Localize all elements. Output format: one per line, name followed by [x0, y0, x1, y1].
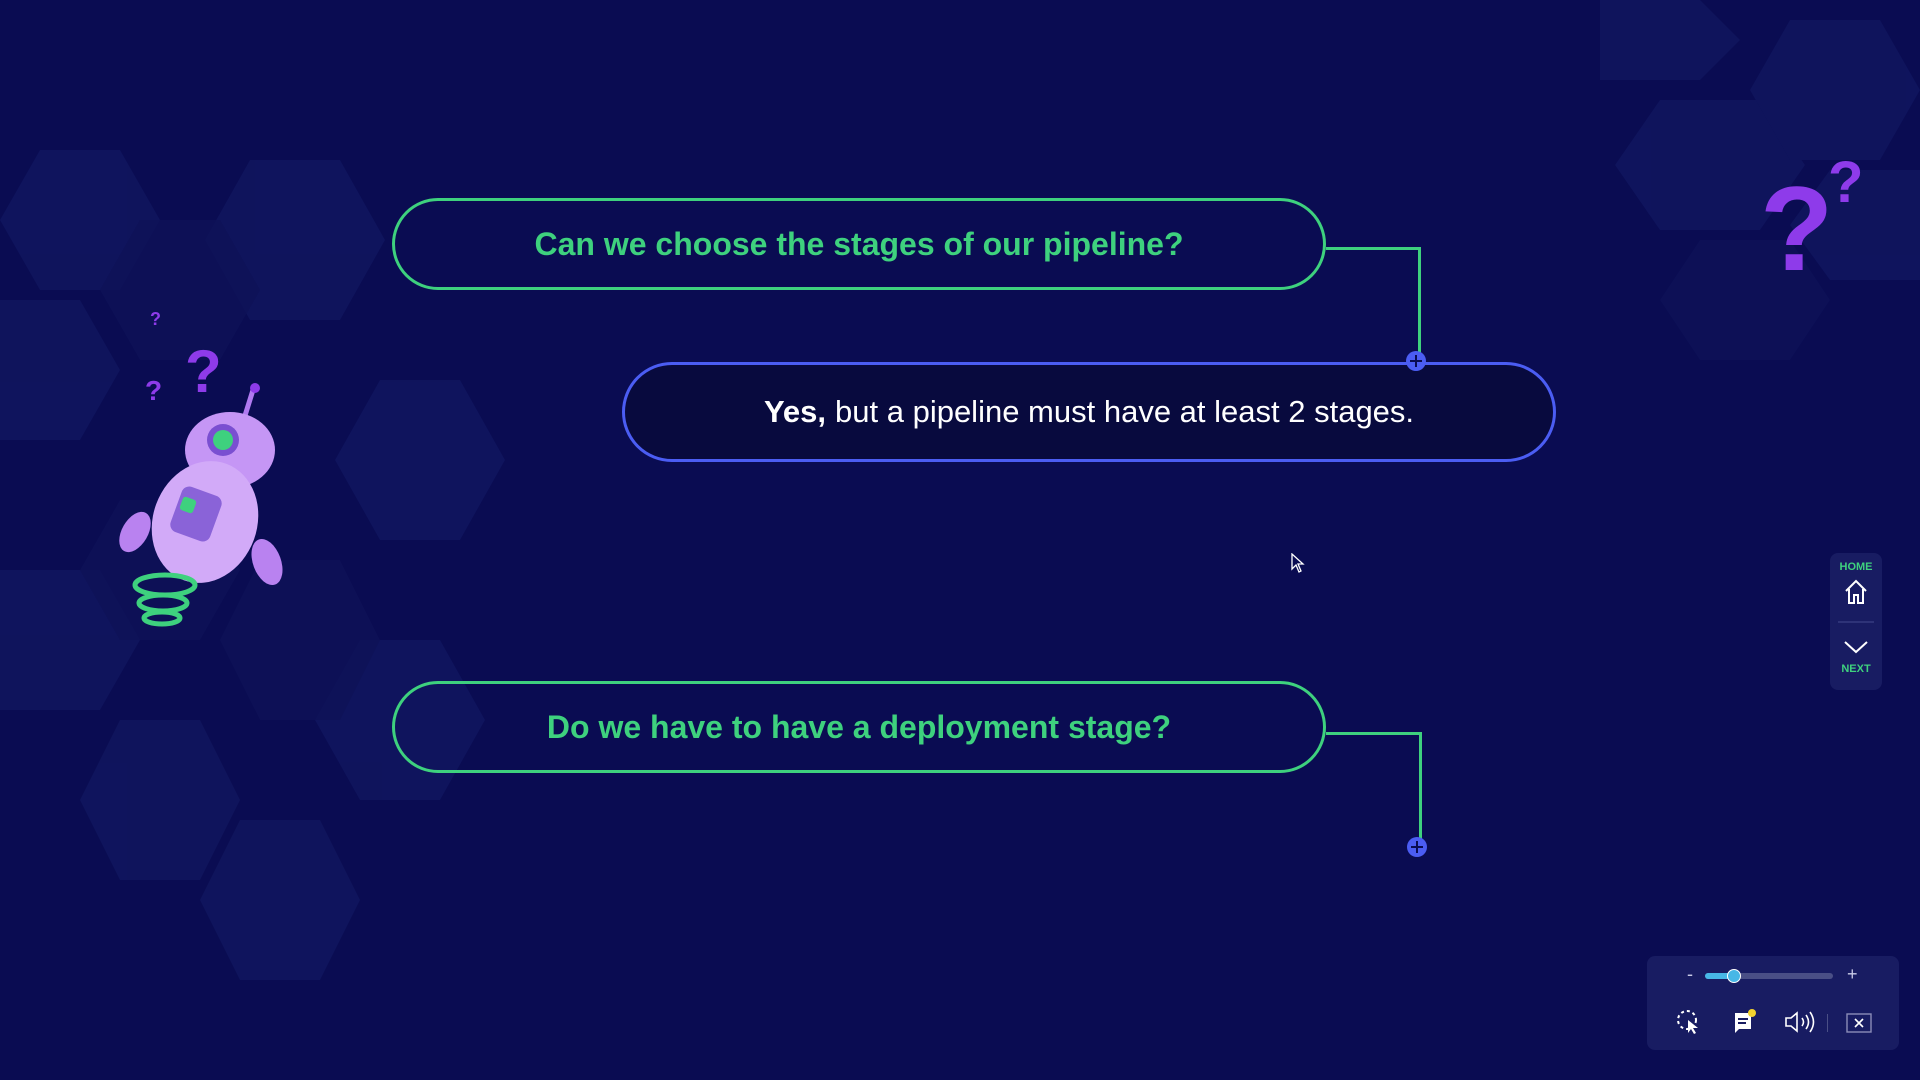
- controls-divider: [1827, 1014, 1828, 1032]
- question-1-pill[interactable]: Can we choose the stages of our pipeline…: [392, 198, 1326, 290]
- collapse-answer-1-plus-icon[interactable]: [1406, 351, 1426, 371]
- volume-icon[interactable]: [1783, 1010, 1817, 1034]
- question-1-text: Can we choose the stages of our pipeline…: [534, 225, 1184, 262]
- question-mark-icon: ?: [150, 309, 161, 329]
- zoom-slider-thumb[interactable]: [1726, 969, 1741, 983]
- question-mark-icon: ?: [185, 338, 222, 405]
- pointer-icon[interactable]: [1675, 1008, 1703, 1036]
- answer-1-text: but a pipeline must have at least 2 stag…: [835, 394, 1415, 429]
- home-button[interactable]: HOME: [1830, 553, 1882, 617]
- mouse-cursor-icon: [1291, 553, 1305, 573]
- question-mark-icon: ?: [1760, 162, 1833, 290]
- chevron-down-icon: [1844, 641, 1868, 654]
- answer-1-pill: Yes, but a pipeline must have at least 2…: [622, 362, 1556, 462]
- close-icon[interactable]: [1845, 1012, 1873, 1034]
- question-2-pill[interactable]: Do we have to have a deployment stage?: [392, 681, 1326, 773]
- question-1-connector: [1326, 247, 1421, 362]
- next-button[interactable]: NEXT: [1830, 627, 1882, 690]
- robot-illustration: ? ? ?: [119, 309, 283, 627]
- captions-icon[interactable]: [1733, 1008, 1759, 1036]
- home-label: HOME: [1839, 561, 1873, 573]
- question-mark-icon: ?: [1828, 150, 1863, 215]
- question-marks-decoration: ? ?: [1760, 150, 1863, 290]
- zoom-out-button[interactable]: -: [1687, 964, 1693, 985]
- question-2-connector: [1326, 732, 1422, 841]
- next-label: NEXT: [1841, 663, 1871, 675]
- home-icon: [1845, 579, 1867, 604]
- player-controls: - +: [1647, 956, 1899, 1050]
- zoom-slider-track[interactable]: [1705, 969, 1833, 983]
- navigation-panel: HOME NEXT: [1830, 553, 1882, 690]
- question-2-text: Do we have to have a deployment stage?: [546, 708, 1172, 745]
- answer-1-emphasis: Yes,: [763, 394, 827, 429]
- zoom-in-button[interactable]: +: [1847, 964, 1858, 985]
- nav-divider: [1838, 621, 1874, 623]
- question-mark-icon: ?: [145, 375, 162, 406]
- expand-answer-2-plus-icon[interactable]: [1407, 837, 1427, 857]
